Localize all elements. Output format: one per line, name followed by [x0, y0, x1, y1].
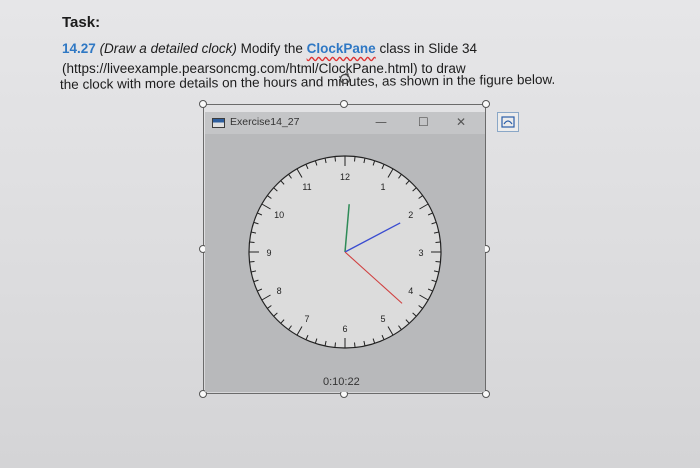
- exercise-number: 14.27: [62, 41, 96, 56]
- clock-tick: [435, 241, 441, 243]
- task-heading: Task:: [62, 14, 101, 31]
- maximize-icon[interactable]: ☐: [418, 115, 429, 129]
- clock-hour-label: 1: [380, 182, 385, 192]
- clock-hour-label: 9: [266, 248, 271, 258]
- app-window-icon: [212, 118, 225, 128]
- resize-handle-top-left[interactable]: [199, 100, 207, 108]
- clockpane-link[interactable]: ClockPane: [307, 41, 376, 56]
- clock-hour-label: 10: [274, 210, 284, 220]
- window-title: Exercise14_27: [230, 116, 300, 128]
- clock-tick: [334, 156, 336, 162]
- clock-hour-label: 7: [304, 314, 309, 324]
- clock-tick: [435, 261, 441, 263]
- close-icon[interactable]: ✕: [456, 115, 466, 129]
- clock-tick: [354, 156, 356, 162]
- clock-hour-label: 3: [418, 248, 423, 258]
- task-text-a: Modify the: [236, 41, 307, 56]
- task-line-1: 14.27 (Draw a detailed clock) Modify the…: [62, 41, 477, 56]
- image-toggle-icon: [501, 116, 515, 128]
- minimize-icon[interactable]: —: [375, 115, 387, 129]
- resize-handle-top-right[interactable]: [482, 100, 490, 108]
- clock-hour-label: 5: [380, 314, 385, 324]
- clock-hour-label: 11: [302, 182, 311, 192]
- time-readout: 0:10:22: [323, 376, 360, 388]
- clock-tick: [334, 342, 336, 348]
- task-text-b: class in Slide 34: [375, 41, 477, 56]
- clock-hour-label: 8: [277, 286, 282, 296]
- resize-handle-top[interactable]: [340, 100, 348, 108]
- clock-hour-label: 4: [408, 286, 413, 296]
- rotate-cursor-icon: [339, 73, 351, 85]
- clock-hour-label: 6: [342, 324, 347, 334]
- clock-hour-label: 2: [408, 210, 413, 220]
- side-image-button[interactable]: [497, 112, 519, 132]
- clock-face: 121234567891011: [248, 155, 442, 349]
- clock-tick: [249, 241, 255, 243]
- exercise-title: (Draw a detailed clock): [99, 41, 237, 56]
- clock-hour-label: 12: [340, 172, 350, 182]
- exercise-window: Exercise14_27 — ☐ ✕ 12 1 2 3 4 5 6 7 8 9 10 11 0:10…: [205, 112, 485, 392]
- clock-tick: [249, 261, 255, 263]
- window-titlebar[interactable]: Exercise14_27 — ☐ ✕: [205, 112, 485, 134]
- clock-tick: [354, 342, 356, 348]
